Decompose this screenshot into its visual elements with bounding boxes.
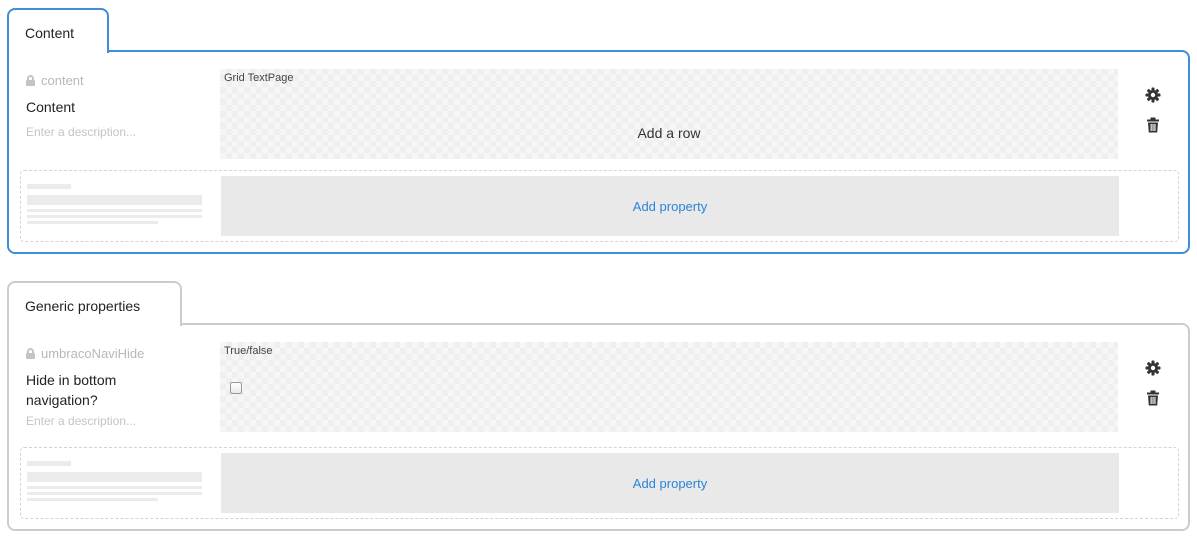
group-panel: content Content Enter a description... G… [7, 50, 1190, 254]
add-property-row: Add property [20, 447, 1179, 519]
gear-icon[interactable] [1145, 360, 1161, 376]
property-alias[interactable]: umbracoNaviHide [26, 346, 144, 361]
add-property-button[interactable]: Add property [221, 453, 1119, 513]
add-property-button[interactable]: Add property [221, 176, 1119, 236]
property-description[interactable]: Enter a description... [26, 125, 136, 139]
gear-icon[interactable] [1145, 87, 1161, 103]
editor-type-label: True/false [224, 345, 273, 357]
group-tab-label: Generic properties [25, 298, 141, 314]
add-property-row: Add property [20, 170, 1179, 242]
property-actions [1145, 87, 1161, 147]
property-alias[interactable]: content [26, 73, 84, 88]
lock-icon[interactable] [26, 348, 35, 359]
property-actions [1145, 360, 1161, 420]
property-editor-preview: True/false [220, 342, 1118, 432]
alias-text: umbracoNaviHide [41, 346, 145, 361]
trash-icon[interactable] [1145, 390, 1161, 406]
editor-type-label: Grid TextPage [224, 72, 294, 84]
group-tab-content[interactable]: Content [7, 8, 109, 53]
group-tab-label: Content [25, 25, 75, 41]
trash-icon[interactable] [1145, 117, 1161, 133]
property-group-content: Content content Content Enter a descript… [7, 8, 1190, 254]
add-row-label: Add a row [637, 125, 701, 141]
property-name[interactable]: Content [26, 97, 176, 117]
property-description[interactable]: Enter a description... [26, 414, 136, 428]
true-false-checkbox[interactable] [230, 382, 242, 394]
property-name[interactable]: Hide in bottom navigation? [26, 370, 176, 410]
property-editor-preview: Grid TextPage Add a row [220, 69, 1118, 159]
lock-icon[interactable] [26, 75, 35, 86]
property-group-generic-properties: Generic properties umbracoNaviHide Hide … [7, 281, 1190, 531]
group-panel: umbracoNaviHide Hide in bottom navigatio… [7, 323, 1190, 531]
alias-text: content [41, 73, 84, 88]
group-tab-generic-properties[interactable]: Generic properties [7, 281, 182, 326]
